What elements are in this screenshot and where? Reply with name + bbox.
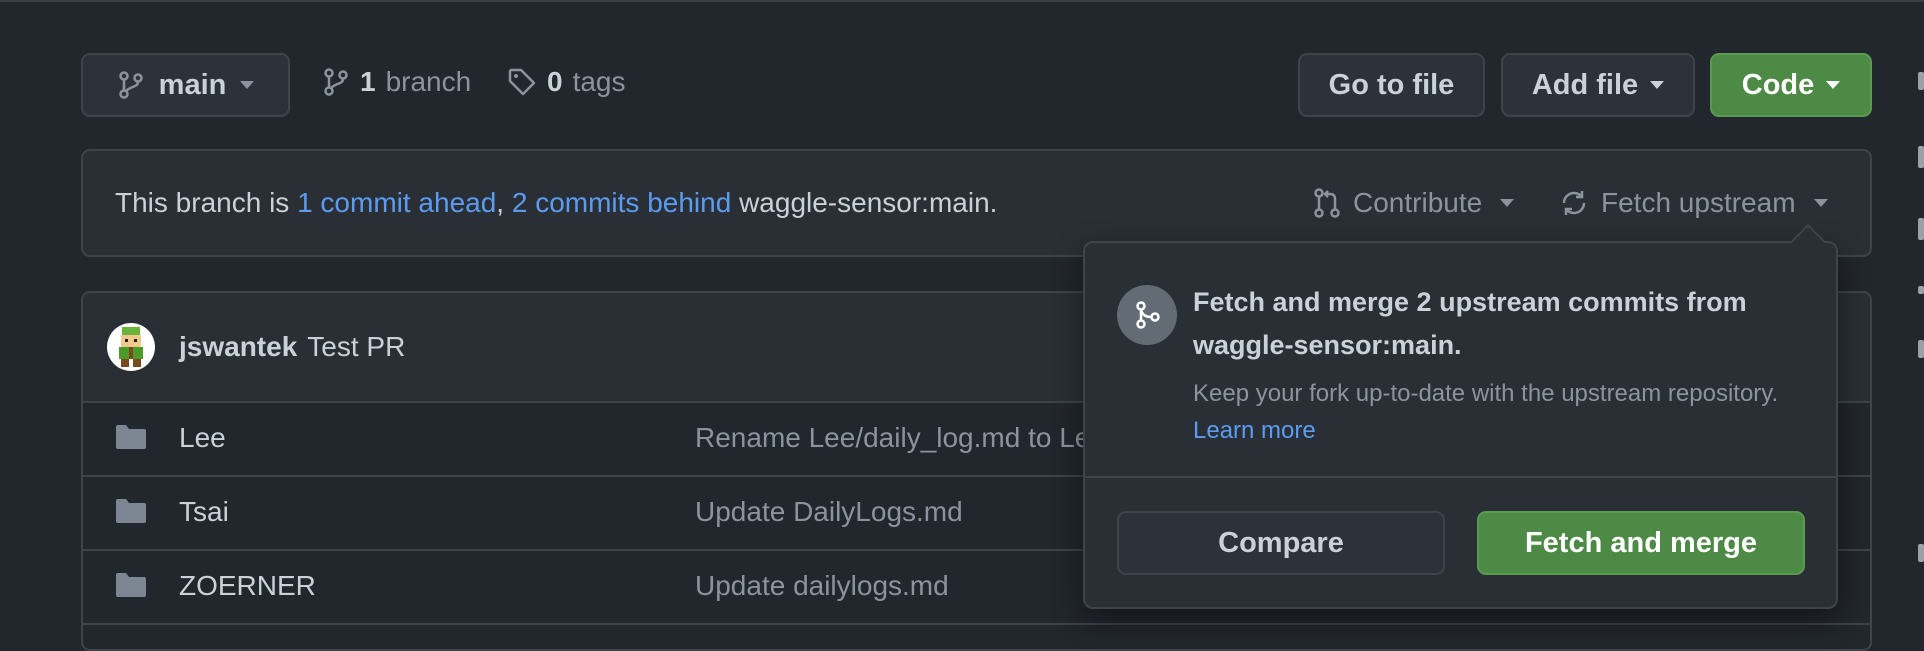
git-branch-icon bbox=[117, 70, 145, 100]
popover-divider bbox=[1085, 476, 1836, 478]
latest-commit: jswantek Test PR bbox=[179, 293, 405, 401]
fetch-upstream-button[interactable]: Fetch upstream bbox=[1559, 151, 1828, 255]
code-label: Code bbox=[1741, 68, 1815, 101]
code-button[interactable]: Code bbox=[1710, 53, 1872, 117]
learn-more-link[interactable]: Learn more bbox=[1193, 417, 1316, 444]
chevron-down-icon bbox=[1826, 81, 1841, 89]
commits-behind-link[interactable]: 2 commits behind bbox=[512, 187, 731, 219]
fetch-upstream-popover: Fetch and merge 2 upstream commits from … bbox=[1083, 241, 1838, 609]
status-separator: , bbox=[496, 187, 512, 218]
tags-label: tags bbox=[572, 66, 626, 97]
file-name[interactable]: ZOERNER bbox=[179, 549, 316, 623]
tags-link[interactable]: 0 tags bbox=[507, 50, 626, 114]
commits-ahead-link[interactable]: 1 commit ahead bbox=[297, 187, 496, 219]
chevron-down-icon bbox=[1500, 199, 1515, 207]
contribute-label: Contribute bbox=[1353, 187, 1483, 218]
commit-author[interactable]: jswantek bbox=[179, 331, 297, 363]
add-file-button[interactable]: Add file bbox=[1501, 53, 1695, 117]
popover-description-text: Keep your fork up-to-date with the upstr… bbox=[1193, 380, 1785, 407]
avatar[interactable] bbox=[107, 323, 155, 371]
upstream-name: waggle-sensor:main. bbox=[731, 187, 998, 218]
popover-title: Fetch and merge 2 upstream commits from … bbox=[1193, 287, 1747, 360]
branches-link[interactable]: 1 branch bbox=[322, 50, 471, 114]
sync-icon bbox=[1559, 188, 1589, 218]
folder-icon bbox=[115, 424, 147, 450]
compare-button[interactable]: Compare bbox=[1117, 511, 1445, 575]
file-commit-message[interactable]: Rename Lee/daily_log.md to Le bbox=[695, 401, 1090, 475]
tag-icon bbox=[507, 67, 537, 97]
file-commit-message[interactable]: Update dailylogs.md bbox=[695, 549, 949, 623]
cropped-sidebar-fragment bbox=[1918, 544, 1924, 562]
top-divider bbox=[0, 0, 1924, 2]
chevron-down-icon bbox=[240, 81, 255, 89]
pull-request-icon bbox=[1313, 187, 1341, 219]
folder-icon bbox=[115, 572, 147, 598]
folder-icon bbox=[115, 498, 147, 524]
chevron-down-icon bbox=[1813, 199, 1828, 207]
cropped-sidebar-fragment bbox=[1918, 146, 1924, 168]
git-branch-icon bbox=[322, 67, 350, 97]
branch-select-label: main bbox=[158, 68, 227, 101]
branch-status-text: This branch is 1 commit ahead , 2 commit… bbox=[115, 151, 997, 255]
git-merge-icon bbox=[1117, 285, 1177, 345]
file-commit-message[interactable]: Update DailyLogs.md bbox=[695, 475, 963, 549]
cropped-sidebar-fragment bbox=[1918, 340, 1924, 358]
commit-message[interactable]: Test PR bbox=[307, 331, 405, 363]
cropped-sidebar-fragment bbox=[1918, 218, 1924, 240]
popover-description: Keep your fork up-to-date with the upstr… bbox=[1193, 375, 1793, 449]
add-file-label: Add file bbox=[1531, 68, 1639, 101]
go-to-file-button[interactable]: Go to file bbox=[1298, 53, 1485, 117]
branch-select-button[interactable]: main bbox=[81, 53, 290, 117]
status-prefix: This branch is bbox=[115, 187, 298, 218]
cropped-sidebar-fragment bbox=[1918, 286, 1924, 294]
cropped-sidebar-fragment bbox=[1918, 72, 1924, 90]
file-name[interactable]: Tsai bbox=[179, 475, 229, 549]
fetch-upstream-label: Fetch upstream bbox=[1601, 187, 1796, 218]
fetch-and-merge-button[interactable]: Fetch and merge bbox=[1477, 511, 1805, 575]
chevron-down-icon bbox=[1650, 81, 1665, 89]
contribute-button[interactable]: Contribute bbox=[1313, 151, 1515, 255]
branches-count: 1 bbox=[360, 66, 376, 97]
branches-label: branch bbox=[385, 66, 472, 97]
tags-count: 0 bbox=[547, 66, 563, 97]
file-name[interactable]: Lee bbox=[179, 401, 226, 475]
